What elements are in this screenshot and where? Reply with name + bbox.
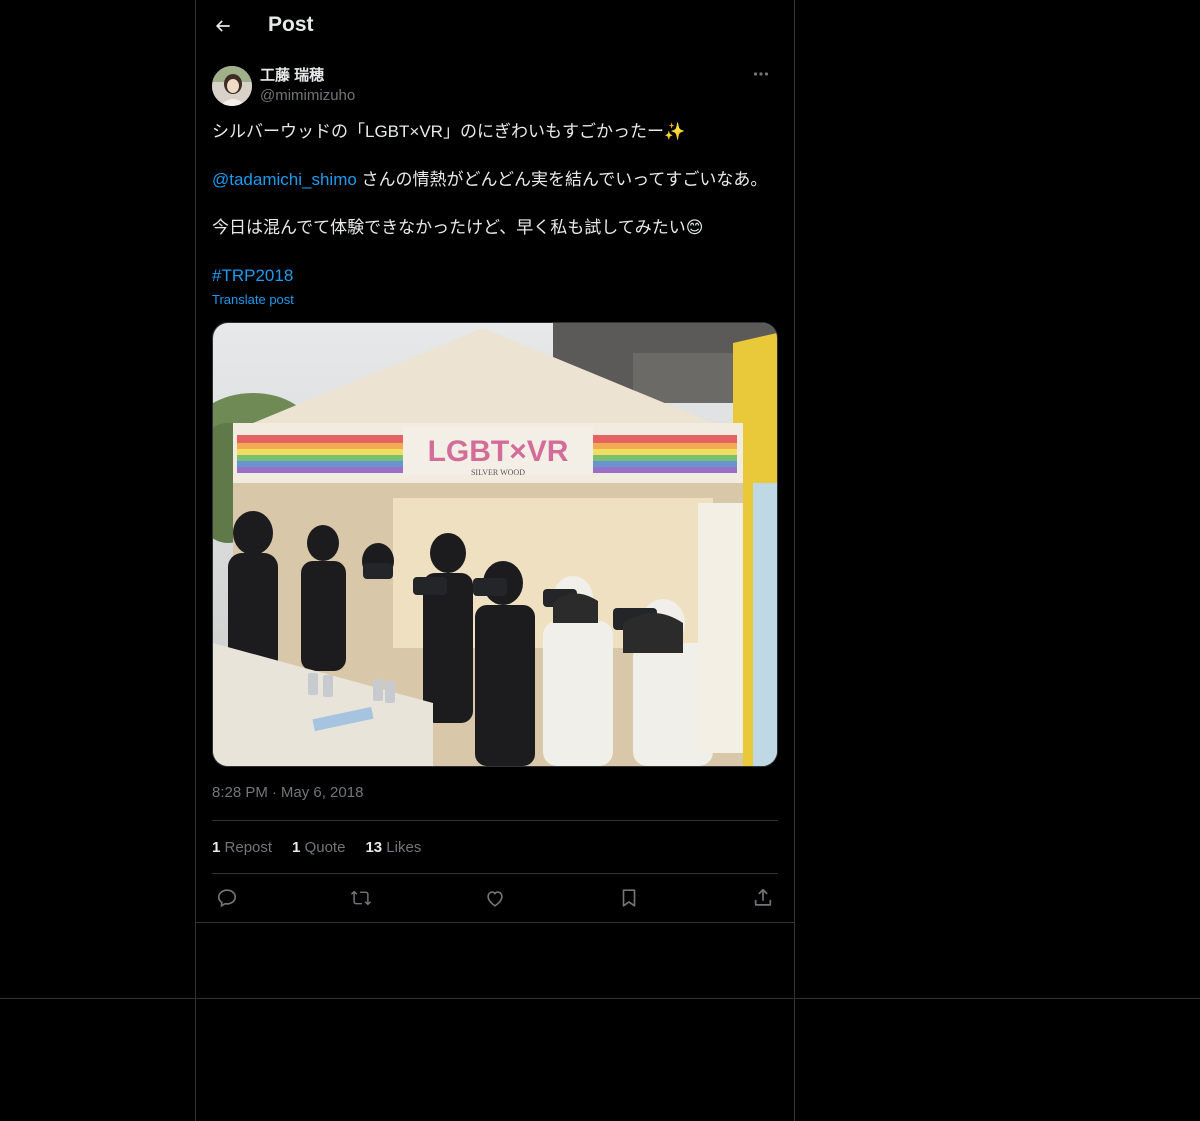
bookmark-icon xyxy=(622,889,636,907)
tweet-text-span: さんの情熱がどんどん実を結んでいってすごいなあ。 xyxy=(356,170,768,189)
reposts-label: Repost xyxy=(224,838,273,856)
reposts-stat[interactable]: 1 Repost xyxy=(212,839,272,856)
likes-label: Likes xyxy=(386,838,422,856)
tweet-text-line: 今日は混んでて体験できなかったけど、早く私も試してみたい😊 xyxy=(212,218,704,237)
tweet-time: 8:28 PM xyxy=(212,784,268,801)
header: Post xyxy=(196,0,794,54)
quotes-label: Quote xyxy=(304,838,346,856)
divider xyxy=(196,922,794,923)
tweet-text-line: @tadamichi_shimo さんの情熱がどんどん実を結んでいってすごいなあ… xyxy=(212,168,778,192)
tweet-text-line: #TRP2018 xyxy=(212,264,778,288)
tweet-photo[interactable]: LGBT×VR SILVER WOOD xyxy=(212,322,778,767)
tweet-author: 工藤 瑞穂 @mimimizuho xyxy=(212,64,778,108)
likes-count: 13 xyxy=(365,838,383,856)
column-border-right xyxy=(794,0,795,1121)
back-arrow-icon xyxy=(215,20,230,32)
bottom-divider xyxy=(0,998,1200,999)
reposts-count: 1 xyxy=(212,838,221,856)
tweet-actions xyxy=(212,874,778,922)
like-icon xyxy=(487,891,503,907)
main-column: Post 工藤 瑞穂 @mimimizuho シルバーウッドの「LGBT×VR」… xyxy=(196,0,794,923)
avatar[interactable] xyxy=(212,66,252,106)
page: Post 工藤 瑞穂 @mimimizuho シルバーウッドの「LGBT×VR」… xyxy=(0,0,1200,1121)
like-button[interactable] xyxy=(484,887,506,909)
mention-link[interactable]: @tadamichi_shimo xyxy=(212,170,357,189)
tweet-text: シルバーウッドの「LGBT×VR」のにぎわいもすごかったー✨ @tadamich… xyxy=(212,120,778,288)
photo-banner-subtext: SILVER WOOD xyxy=(471,468,525,477)
separator-dot: · xyxy=(271,784,277,801)
hashtag-link[interactable]: #TRP2018 xyxy=(212,266,293,285)
tweet: 工藤 瑞穂 @mimimizuho シルバーウッドの「LGBT×VR」のにぎわい… xyxy=(196,64,794,923)
photo-image: LGBT×VR SILVER WOOD xyxy=(213,323,777,766)
reply-button[interactable] xyxy=(216,887,238,909)
share-icon xyxy=(754,888,772,906)
page-title: Post xyxy=(268,13,314,36)
photo-banner-text: LGBT×VR xyxy=(428,435,569,468)
author-display-name[interactable]: 工藤 瑞穂 xyxy=(260,66,355,86)
reply-icon xyxy=(217,889,237,908)
more-icon xyxy=(753,72,769,76)
tweet-text-line: シルバーウッドの「LGBT×VR」のにぎわいもすごかったー✨ xyxy=(212,122,686,141)
author-handle[interactable]: @mimimizuho xyxy=(260,86,355,106)
quotes-stat[interactable]: 1 Quote xyxy=(292,839,345,856)
more-options-button[interactable] xyxy=(746,64,776,84)
repost-button[interactable] xyxy=(350,887,372,909)
translate-post-link[interactable]: Translate post xyxy=(212,292,294,310)
back-button[interactable] xyxy=(206,9,240,43)
likes-stat[interactable]: 13 Likes xyxy=(365,839,421,856)
share-button[interactable] xyxy=(752,887,774,909)
tweet-timestamp[interactable]: 8:28 PM · May 6, 2018 xyxy=(212,784,778,804)
bookmark-button[interactable] xyxy=(618,887,640,909)
author-names: 工藤 瑞穂 @mimimizuho xyxy=(260,66,355,106)
tweet-date: May 6, 2018 xyxy=(280,784,364,801)
tweet-stats: 1 Repost 1 Quote 13 Likes xyxy=(212,821,778,873)
repost-icon xyxy=(350,890,372,906)
quotes-count: 1 xyxy=(292,838,301,856)
